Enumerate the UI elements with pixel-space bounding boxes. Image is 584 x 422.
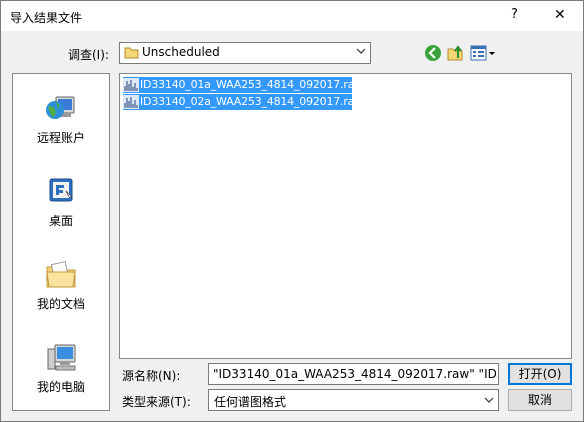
file-name-label: 源名称(N): (122, 369, 181, 383)
chevron-down-icon[interactable] (484, 395, 494, 405)
place-my-computer[interactable]: 我的电脑 (13, 341, 109, 411)
raw-file-icon (123, 78, 139, 92)
back-icon[interactable] (424, 44, 442, 62)
import-dialog: 导入结果文件 ? ✕ 调查(I): Unscheduled 远程账户 桌面 我的… (0, 0, 584, 422)
title-bar: 导入结果文件 ? ✕ (1, 1, 583, 31)
look-in-label: 调查(I): (68, 48, 109, 62)
up-folder-icon[interactable] (446, 44, 464, 62)
open-button[interactable]: 打开(O) (508, 363, 572, 385)
chevron-down-icon[interactable] (356, 46, 366, 56)
place-label: 桌面 (48, 214, 73, 228)
place-label: 我的文档 (36, 297, 85, 311)
file-type-dropdown[interactable]: 任何谱图格式 (208, 389, 499, 411)
file-name: ID33140_02a_WAA253_4814_092017.raw (140, 95, 364, 108)
close-button[interactable]: ✕ (554, 7, 566, 23)
computer-icon (47, 344, 76, 371)
file-name-value: "ID33140_01a_WAA253_4814_092017.raw" "ID… (213, 367, 498, 381)
place-desktop[interactable]: 桌面 (13, 175, 109, 245)
place-label: 远程账户 (36, 131, 85, 145)
dialog-title: 导入结果文件 (10, 11, 83, 25)
folder-icon (124, 47, 139, 59)
place-my-documents[interactable]: 我的文档 (13, 258, 109, 328)
look-in-value: Unscheduled (142, 45, 220, 59)
file-name-input[interactable]: "ID33140_01a_WAA253_4814_092017.raw" "ID… (208, 363, 499, 385)
places-bar: 远程账户 桌面 我的文档 我的电脑 (12, 73, 110, 411)
place-label: 我的电脑 (36, 380, 85, 394)
file-name: ID33140_01a_WAA253_4814_092017.raw (140, 78, 364, 91)
help-button[interactable]: ? (511, 7, 518, 22)
file-item[interactable]: ID33140_02a_WAA253_4814_092017.raw (123, 94, 363, 110)
desktop-icon (49, 178, 73, 202)
file-list[interactable]: ID33140_01a_WAA253_4814_092017.raw ID331… (119, 73, 572, 359)
place-remote-accounts[interactable]: 远程账户 (13, 92, 109, 162)
file-type-label: 类型来源(T): (122, 395, 191, 409)
documents-folder-icon (46, 261, 76, 288)
view-menu-icon[interactable] (470, 44, 496, 62)
cancel-button[interactable]: 取消 (508, 389, 572, 411)
globe-computer-icon (46, 96, 75, 119)
file-item[interactable]: ID33140_01a_WAA253_4814_092017.raw (123, 77, 363, 93)
file-type-value: 任何谱图格式 (214, 395, 287, 409)
raw-file-icon (123, 95, 139, 109)
look-in-dropdown[interactable]: Unscheduled (119, 42, 371, 64)
